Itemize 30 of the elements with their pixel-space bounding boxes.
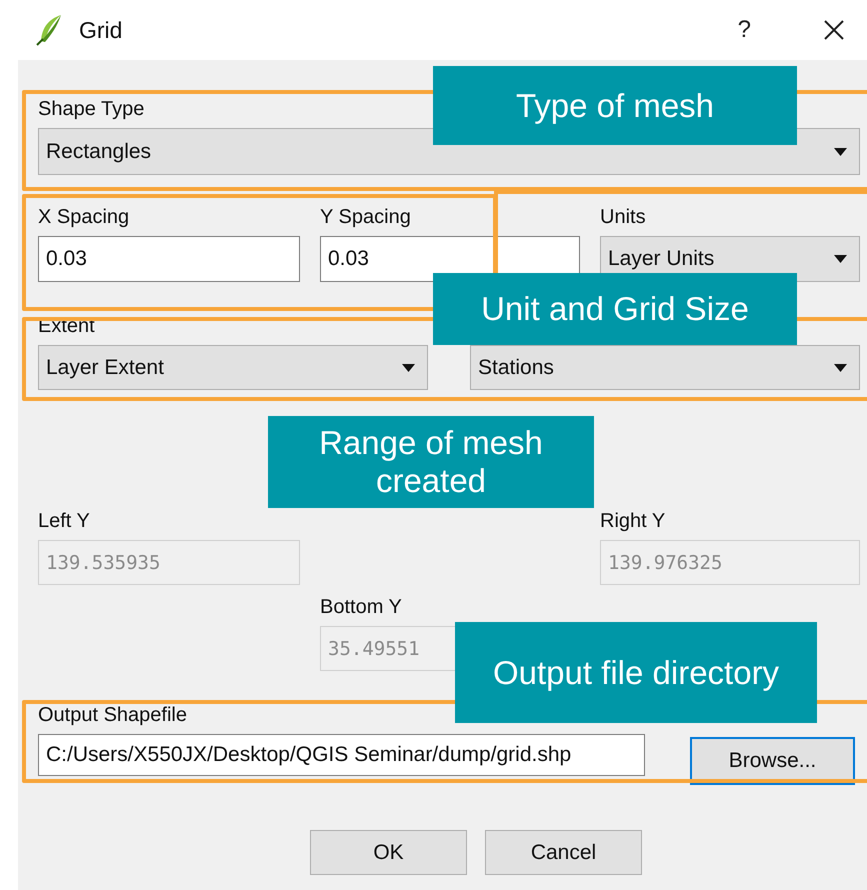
dropdown-value: Stations xyxy=(478,356,554,380)
annotation-tooltip: Range of mesh created xyxy=(268,416,594,508)
field-label: Shape Type xyxy=(38,97,144,121)
field-label: Left Y xyxy=(38,509,90,533)
dropdown-arrow-icon xyxy=(834,148,847,156)
dropdown-arrow-icon xyxy=(834,255,847,263)
input-field[interactable]: C:/Users/X550JX/Desktop/QGIS Seminar/dump/grid.shp xyxy=(38,734,645,776)
dropdown[interactable]: Stations xyxy=(470,345,860,390)
dropdown-arrow-icon xyxy=(402,364,415,372)
field-label: Bottom Y xyxy=(320,595,402,619)
dropdown-value: Layer Units xyxy=(608,247,714,271)
dropdown-value: Rectangles xyxy=(46,140,152,164)
dropdown[interactable]: Layer Extent xyxy=(38,345,428,390)
field-label: Y Spacing xyxy=(320,205,411,229)
ok-button[interactable]: OK xyxy=(310,830,467,875)
field-label: Units xyxy=(600,205,646,229)
dropdown-value: Layer Extent xyxy=(46,356,164,380)
cancel-button[interactable]: Cancel xyxy=(485,830,642,875)
annotation-tooltip: Output file directory xyxy=(455,622,817,723)
help-button[interactable]: ? xyxy=(738,16,751,44)
dropdown-arrow-icon xyxy=(834,364,847,372)
field-label: X Spacing xyxy=(38,205,130,229)
close-icon[interactable] xyxy=(823,19,845,41)
input-field[interactable]: 0.03 xyxy=(38,236,300,282)
annotation-tooltip: Type of mesh xyxy=(433,66,797,145)
annotation-tooltip: Unit and Grid Size xyxy=(433,273,797,345)
window-title: Grid xyxy=(79,16,122,44)
field-label: Output Shapefile xyxy=(38,703,187,727)
browse-button[interactable]: Browse... xyxy=(690,737,855,785)
field-label: Right Y xyxy=(600,509,666,533)
